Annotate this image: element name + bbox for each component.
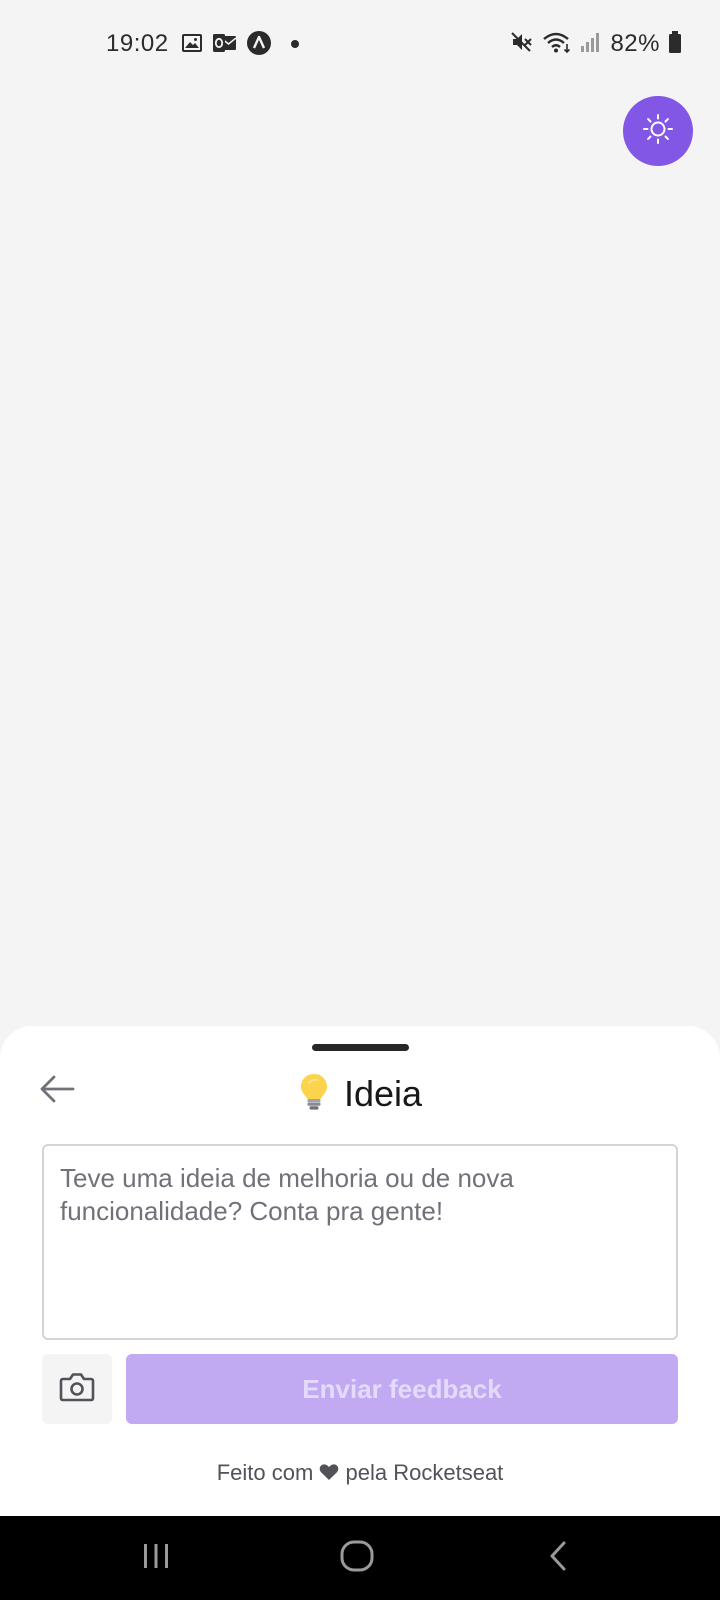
submit-feedback-button[interactable]: Enviar feedback: [126, 1354, 678, 1424]
footer-credit: Feito com pela Rocketseat: [0, 1460, 720, 1486]
screenshot-button[interactable]: [42, 1354, 112, 1424]
app-icon: [246, 30, 272, 61]
wifi-icon: [542, 30, 572, 59]
outlook-icon: [212, 31, 238, 60]
back-button[interactable]: [36, 1070, 78, 1112]
status-time: 19:02: [106, 30, 169, 57]
recent-apps-icon: [141, 1542, 171, 1575]
camera-icon: [59, 1371, 95, 1408]
sheet-drag-handle[interactable]: [312, 1044, 409, 1051]
image-icon: [180, 31, 204, 60]
home-icon: [340, 1540, 374, 1577]
sheet-title: Ideia: [343, 1073, 423, 1114]
footer-prefix: Feito com: [216, 1460, 314, 1485]
battery-icon: [668, 30, 682, 59]
battery-percent: 82%: [610, 30, 660, 57]
footer-suffix: pela Rocketseat: [345, 1460, 504, 1485]
back-nav-button[interactable]: [508, 1516, 608, 1600]
home-button[interactable]: [307, 1516, 407, 1600]
signal-icon: [580, 30, 602, 59]
status-bar: 19:02 82%: [0, 0, 720, 92]
status-notification-icons: [180, 30, 300, 61]
sun-icon: [642, 113, 674, 150]
feedback-textarea[interactable]: [42, 1144, 678, 1340]
recent-apps-button[interactable]: [106, 1516, 206, 1600]
sheet-header: Ideia: [0, 1066, 720, 1122]
chevron-left-icon: [548, 1540, 568, 1577]
heart-icon: [319, 1460, 345, 1485]
system-navigation-bar: [0, 1516, 720, 1600]
arrow-left-icon: [39, 1074, 75, 1109]
theme-toggle-button[interactable]: [623, 96, 693, 166]
dot-icon: [290, 36, 300, 54]
feedback-bottom-sheet: Ideia Enviar feedback Feito com pela Roc…: [0, 1026, 720, 1516]
mute-icon: [510, 30, 534, 59]
status-system-icons: 82%: [510, 30, 682, 58]
lightbulb-icon: [298, 1072, 330, 1117]
